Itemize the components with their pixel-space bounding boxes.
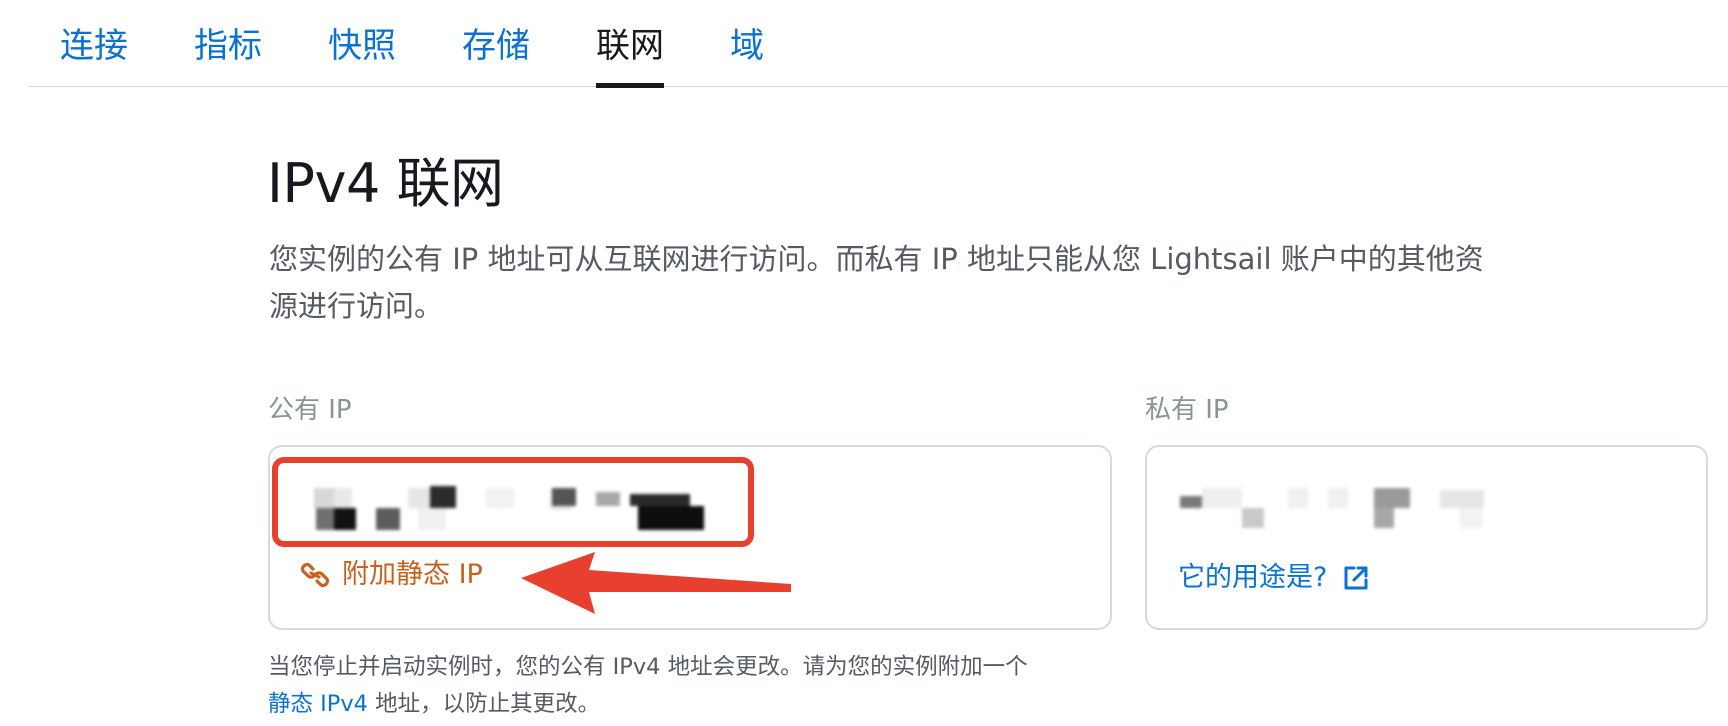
- tab-networking[interactable]: 联网: [596, 24, 664, 88]
- helper-text-after: 地址，以防止其更改。: [368, 691, 601, 717]
- annotation-arrow: [521, 552, 791, 614]
- link-chain-icon: [300, 562, 330, 588]
- section-title: IPv4 联网: [267, 152, 504, 215]
- tab-domains[interactable]: 域: [730, 24, 764, 87]
- tab-snapshots[interactable]: 快照: [328, 24, 396, 87]
- attach-static-ip-link[interactable]: 附加静态 IP: [300, 557, 483, 593]
- annotation-highlight-box: [272, 457, 754, 547]
- networking-page: 连接 指标 快照 存储 联网 域 IPv4 联网 您实例的公有 IP 地址可从互…: [0, 0, 1728, 726]
- private-ip-usage-label: 它的用途是?: [1178, 562, 1328, 593]
- attach-static-ip-label: 附加静态 IP: [342, 559, 483, 590]
- helper-text-before: 当您停止并启动实例时，您的公有 IPv4 地址会更改。请为您的实例附加一个: [268, 654, 1028, 680]
- tab-bar: 连接 指标 快照 存储 联网 域: [28, 0, 1728, 88]
- public-ip-helper-text: 当您停止并启动实例时，您的公有 IPv4 地址会更改。请为您的实例附加一个 静态…: [268, 649, 1168, 723]
- public-ip-label: 公有 IP: [268, 395, 352, 425]
- static-ipv4-link[interactable]: 静态 IPv4: [268, 691, 368, 717]
- private-ip-label: 私有 IP: [1145, 395, 1229, 425]
- external-link-icon: [1344, 566, 1368, 590]
- tab-connect[interactable]: 连接: [60, 24, 128, 87]
- tab-metrics[interactable]: 指标: [194, 24, 262, 87]
- private-ip-value-redacted: [1178, 484, 1518, 534]
- private-ip-card: [1145, 445, 1708, 630]
- private-ip-usage-link[interactable]: 它的用途是?: [1178, 560, 1369, 596]
- tab-storage[interactable]: 存储: [462, 24, 530, 87]
- section-description: 您实例的公有 IP 地址可从互联网进行访问。而私有 IP 地址只能从您 Ligh…: [269, 242, 1484, 323]
